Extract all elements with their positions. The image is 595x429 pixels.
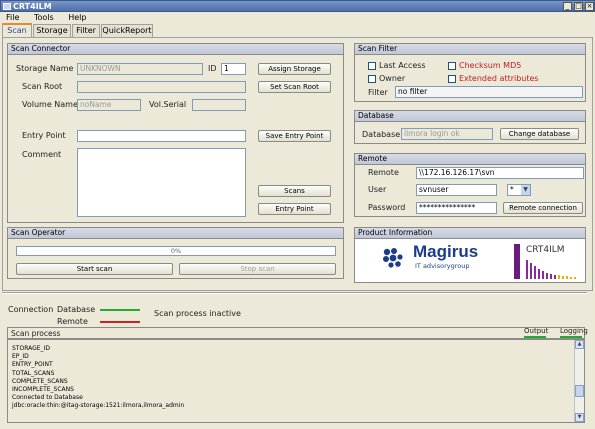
connection-label: Connection [8, 305, 54, 314]
entry-point-button[interactable]: Entry Point [258, 203, 331, 215]
owner-label: Owner [379, 74, 406, 83]
product-information-panel: Product Information Magirus IT advisoryg… [354, 227, 586, 283]
product-logo-bar [514, 244, 520, 279]
change-database-button[interactable]: Change database [500, 128, 579, 140]
scan-operator-panel: Scan Operator 0% Start scan Stop scan [7, 227, 344, 279]
brand-name: Magirus [413, 242, 479, 261]
scan-operator-header: Scan Operator [8, 228, 343, 239]
menu-tools[interactable]: Tools [28, 12, 60, 24]
app-icon [3, 3, 11, 10]
extended-attributes-label: Extended attributes [459, 74, 539, 83]
chevron-down-icon[interactable]: ▼ [521, 185, 530, 195]
status-database-label: Database [57, 305, 96, 314]
entry-point-label: Entry Point [22, 131, 66, 140]
scan-connector-header: Scan Connector [8, 44, 343, 55]
window-titlebar[interactable]: CRT4ILM _ □ × [0, 0, 595, 12]
close-button[interactable]: × [585, 2, 594, 11]
checksum-md5-checkbox[interactable] [448, 62, 456, 70]
scan-root-field[interactable] [77, 81, 246, 93]
user-select[interactable]: * ▼ [507, 184, 531, 196]
database-header: Database [355, 111, 585, 122]
scan-filter-header: Scan Filter [355, 44, 585, 55]
scan-connector-panel: Scan Connector Storage Name UNKNOWN ID 1… [7, 43, 344, 223]
entry-point-field[interactable] [77, 130, 246, 142]
password-label: Password [368, 203, 406, 212]
tab-filter[interactable]: Filter [72, 24, 100, 37]
scan-process-status: Scan process inactive [154, 309, 241, 318]
last-access-checkbox[interactable] [368, 62, 376, 70]
maximize-button[interactable]: □ [574, 2, 583, 11]
scan-process-log[interactable]: STORAGE_ID EP_ID ENTRY_POINT TOTAL_SCANS… [7, 339, 585, 423]
user-select-value: * [510, 185, 514, 194]
comment-label: Comment [22, 150, 62, 159]
brand-subtitle: IT advisorygroup [415, 262, 470, 270]
output-label[interactable]: Output [524, 327, 548, 336]
database-status-indicator [100, 309, 140, 311]
scan-process-header-bar: Scan process Output Logging [7, 327, 588, 339]
set-scan-root-button[interactable]: Set Scan Root [258, 81, 331, 93]
magirus-logo-icon [382, 247, 404, 269]
menu-help[interactable]: Help [62, 12, 92, 24]
user-label: User [368, 185, 387, 194]
filter-field[interactable]: no filter [395, 86, 583, 98]
status-separator [2, 292, 587, 294]
remote-status-indicator [100, 321, 140, 323]
scroll-thumb[interactable] [575, 385, 584, 397]
logging-indicator [560, 336, 582, 338]
scan-progress-bar: 0% [16, 246, 336, 256]
tab-storage[interactable]: Storage [33, 24, 71, 37]
menu-bar: File Tools Help [0, 12, 595, 24]
database-status-field: ilmora login ok [401, 128, 493, 140]
scroll-down-icon[interactable]: ▼ [575, 413, 584, 422]
volume-serial-label: Vol.Serial [149, 100, 187, 109]
comment-textarea[interactable] [77, 148, 246, 217]
user-field[interactable]: svnuser [416, 184, 497, 196]
remote-header: Remote [355, 154, 585, 165]
id-field[interactable]: 1 [221, 63, 246, 75]
password-field[interactable]: *************** [416, 202, 497, 214]
product-logo-graphic [524, 258, 580, 279]
product-logo-name: CRT4ILM [526, 245, 565, 255]
remote-panel: Remote Remote \\172.16.126.17\svn User s… [354, 153, 586, 217]
database-panel: Database Database ilmora login ok Change… [354, 110, 586, 144]
remote-field[interactable]: \\172.16.126.17\svn [416, 167, 584, 179]
output-indicator [524, 336, 546, 338]
log-scrollbar[interactable]: ▲ ▼ [574, 340, 584, 422]
volume-serial-field[interactable] [192, 99, 246, 111]
scan-filter-panel: Scan Filter Last Access Checksum MD5 Own… [354, 43, 586, 102]
filter-label: Filter [368, 88, 388, 97]
status-remote-label: Remote [57, 317, 88, 326]
scan-process-header: Scan process [11, 329, 61, 338]
start-scan-button[interactable]: Start scan [16, 263, 173, 275]
extended-attributes-checkbox[interactable] [448, 75, 456, 83]
owner-checkbox[interactable] [368, 75, 376, 83]
last-access-label: Last Access [379, 61, 426, 70]
minimize-button[interactable]: _ [563, 2, 572, 11]
id-label: ID [208, 64, 217, 73]
remote-label: Remote [368, 168, 399, 177]
remote-connection-button[interactable]: Remote connection [503, 202, 583, 214]
scan-root-label: Scan Root [22, 82, 63, 91]
volume-name-label: Volume Name [22, 100, 78, 109]
scroll-up-icon[interactable]: ▲ [575, 340, 584, 349]
checksum-md5-label: Checksum MD5 [459, 61, 522, 70]
volume-name-field[interactable]: noName [77, 99, 141, 111]
window-title: CRT4ILM [13, 2, 52, 11]
storage-name-field[interactable]: UNKNOWN [77, 63, 203, 75]
scans-button[interactable]: Scans [258, 185, 331, 197]
product-information-header: Product Information [355, 228, 585, 239]
storage-name-label: Storage Name [16, 64, 74, 73]
tab-quickreport[interactable]: QuickReport [101, 24, 153, 37]
scan-process-log-text: STORAGE_ID EP_ID ENTRY_POINT TOTAL_SCANS… [12, 345, 185, 410]
save-entry-point-button[interactable]: Save Entry Point [258, 130, 331, 142]
tab-scan[interactable]: Scan [2, 23, 32, 37]
logging-label[interactable]: Logging [560, 327, 588, 336]
assign-storage-button[interactable]: Assign Storage [258, 63, 331, 75]
stop-scan-button[interactable]: Stop scan [179, 263, 336, 275]
database-label: Database [362, 130, 401, 139]
